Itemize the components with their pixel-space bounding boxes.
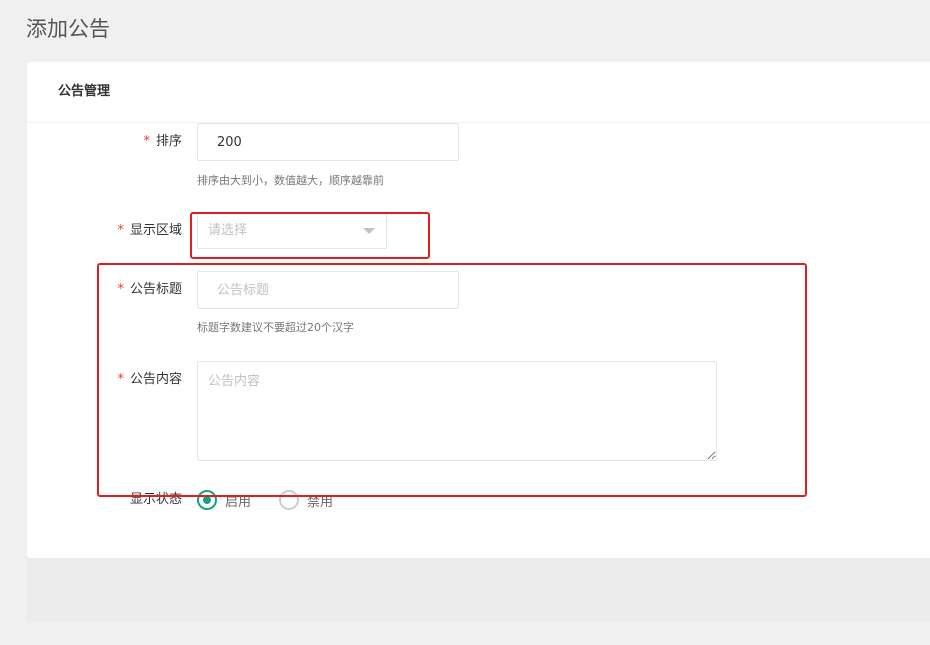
sort-label: * 排序 <box>27 133 182 151</box>
status-radio-enabled[interactable]: 启用 <box>197 490 251 510</box>
radio-unchecked-icon <box>279 490 299 510</box>
status-radio-disabled[interactable]: 禁用 <box>279 490 333 510</box>
required-mark: * <box>143 134 150 149</box>
radio-checked-icon <box>197 490 217 510</box>
caret-down-icon <box>363 228 375 234</box>
required-mark: * <box>117 223 124 238</box>
page-footer-area <box>27 558 930 622</box>
status-option-enabled-label: 启用 <box>225 494 252 510</box>
title-hint: 标题字数建议不要超过20个汉字 <box>197 321 354 334</box>
title-input[interactable] <box>197 271 459 309</box>
content-label-text: 公告内容 <box>129 372 182 387</box>
card-header-title: 公告管理 <box>58 84 111 99</box>
sort-label-text: 排序 <box>155 134 182 149</box>
sort-input[interactable] <box>197 123 459 161</box>
region-select-placeholder: 请选择 <box>208 223 248 238</box>
region-select[interactable]: 请选择 <box>197 213 387 249</box>
title-label-text: 公告标题 <box>129 282 182 297</box>
status-label: 显示状态 <box>27 491 182 509</box>
sort-hint: 排序由大到小，数值越大，顺序越靠前 <box>197 174 384 187</box>
status-option-disabled-label: 禁用 <box>307 494 334 510</box>
status-label-text: 显示状态 <box>129 492 182 507</box>
form-card: 公告管理 * 排序 排序由大到小，数值越大，顺序越靠前 * 显示区域 请选择 * 公告… <box>27 62 930 558</box>
required-mark: * <box>117 372 124 387</box>
region-label: * 显示区域 <box>27 222 182 240</box>
card-header: 公告管理 <box>27 62 930 123</box>
content-textarea[interactable] <box>197 361 717 461</box>
required-mark: * <box>117 282 124 297</box>
page-title: 添加公告 <box>26 17 110 41</box>
title-label: * 公告标题 <box>27 281 182 299</box>
region-label-text: 显示区域 <box>129 223 182 238</box>
content-label: * 公告内容 <box>27 371 182 389</box>
